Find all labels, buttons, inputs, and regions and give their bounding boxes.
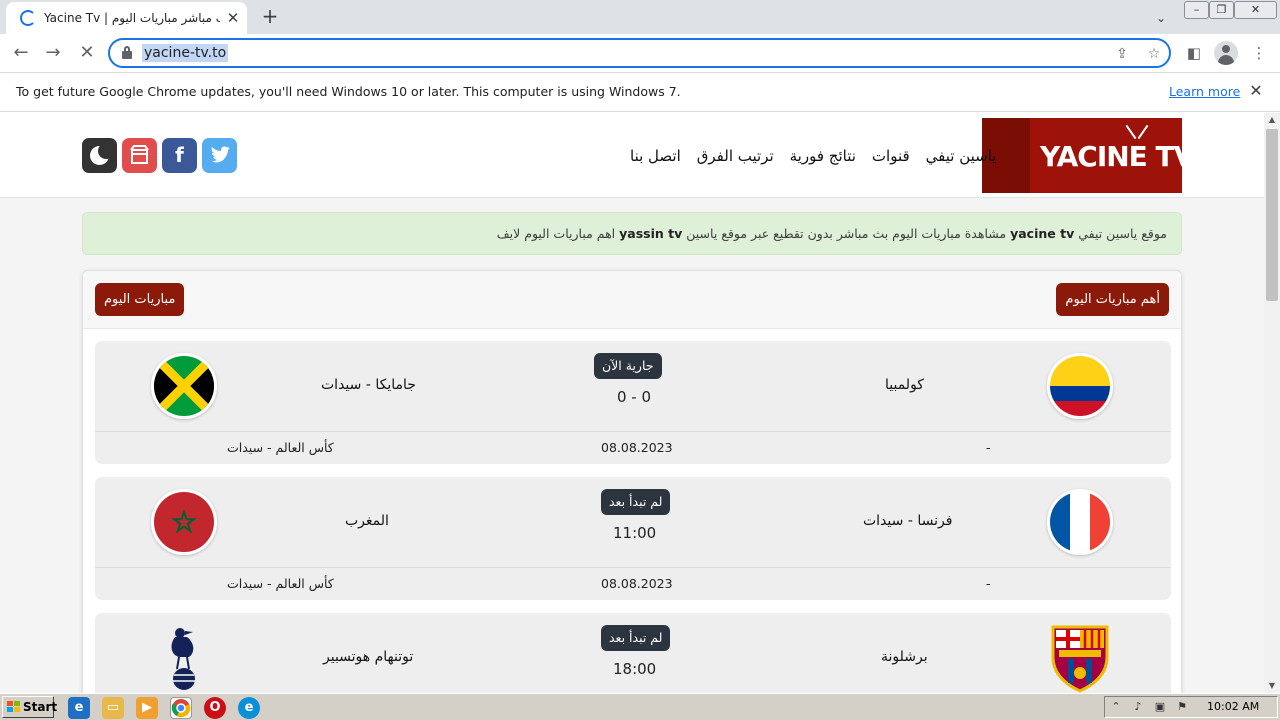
scroll-up-arrow-icon[interactable]: ▲ <box>1264 113 1280 127</box>
away-team-name: توتنهام هوتسبير <box>323 649 414 665</box>
home-team-name: فرنسا - سيدات <box>863 513 953 529</box>
away-team-name: المغرب <box>345 513 389 529</box>
top-matches-title-button[interactable]: أهم مباريات اليوم <box>1056 283 1169 316</box>
browser-tab[interactable]: Yacine Tv | ياسين بث مباشر مباريات اليوم… <box>6 2 247 34</box>
windows-logo-icon <box>7 701 20 712</box>
chrome-taskbar-icon[interactable] <box>170 697 192 719</box>
update-info-bar: To get future Google Chrome updates, you… <box>0 72 1280 112</box>
dark-mode-moon-icon[interactable] <box>82 138 117 173</box>
scroll-thumb[interactable] <box>1266 129 1278 301</box>
jamaica-flag-icon <box>151 353 217 419</box>
match-score: 18:00 <box>613 660 657 678</box>
notice-text: موقع ياسين تيفي yacine tv مشاهدة مباريات… <box>496 226 1167 241</box>
edge-icon[interactable]: e <box>238 697 260 719</box>
scroll-down-arrow-icon[interactable]: ▼ <box>1264 679 1280 693</box>
match-competition: كأس العالم - سيدات <box>227 440 334 455</box>
tab-title: Yacine Tv | ياسين بث مباشر مباريات اليوم <box>44 11 220 25</box>
france-flag-icon <box>1047 489 1113 555</box>
profile-avatar-icon[interactable] <box>1214 41 1238 65</box>
browser-toolbar: ← → ✕ yacine-tv.to ⇪ ☆ ◧ ⋮ <box>0 34 1280 72</box>
share-icon[interactable]: ⇪ <box>1112 44 1132 64</box>
notice-brand-yassin: yassin tv <box>619 226 683 241</box>
tottenham-crest-icon <box>165 623 205 693</box>
notice-brand-yacine: yacine tv <box>1010 226 1075 241</box>
tab-search-icon[interactable]: ⌄ <box>1151 8 1171 28</box>
tab-close-button[interactable]: ✕ <box>224 9 242 27</box>
store-icon[interactable] <box>122 138 157 173</box>
side-panel-icon[interactable]: ◧ <box>1183 42 1205 64</box>
match-date: 08.08.2023 <box>601 440 673 455</box>
home-team-name: كولمبيا <box>885 377 924 393</box>
url-text[interactable]: yacine-tv.to <box>142 44 229 62</box>
match-status-badge: لم تبدأ بعد <box>601 625 671 651</box>
action-center-flag-icon[interactable]: ⚑ <box>1175 700 1189 714</box>
volume-icon[interactable]: ♪ <box>1131 700 1145 714</box>
new-tab-button[interactable]: + <box>258 5 282 29</box>
colombia-flag-icon <box>1047 353 1113 419</box>
match-channel: - <box>986 576 991 591</box>
match-competition: كأس العالم - سيدات <box>227 576 334 591</box>
back-arrow-icon[interactable]: ← <box>8 40 34 66</box>
barcelona-crest-icon <box>1047 623 1113 693</box>
bookmark-star-icon[interactable]: ☆ <box>1144 44 1164 64</box>
match-date: 08.08.2023 <box>601 576 673 591</box>
lock-icon[interactable] <box>120 45 136 61</box>
nav-link-yacine[interactable]: ياسين تيفي <box>926 143 997 169</box>
learn-more-link[interactable]: Learn more <box>1169 84 1240 99</box>
minimize-button[interactable]: – <box>1184 1 1209 19</box>
stop-loading-icon[interactable]: ✕ <box>74 40 100 66</box>
page-scrollbar[interactable]: ▲ ▼ <box>1264 113 1280 693</box>
page-viewport: YACINE TV اتصل بنا ترتيب الفرق نتائج فور… <box>0 113 1264 693</box>
main-nav: اتصل بنا ترتيب الفرق نتائج فورية قنوات ي… <box>630 143 996 169</box>
match-score: 0 - 0 <box>617 388 652 406</box>
matches-card-header: أهم مباريات اليوم مباريات اليوم <box>83 271 1181 329</box>
logo-text: YACINE TV <box>1040 140 1182 173</box>
match-status-badge: جارية الآن <box>594 353 662 379</box>
today-matches-button[interactable]: مباريات اليوم <box>95 283 185 316</box>
match-channel: - <box>986 440 991 455</box>
nav-link-results[interactable]: نتائج فورية <box>790 143 856 169</box>
info-bar-message: To get future Google Chrome updates, you… <box>16 84 681 99</box>
twitter-icon[interactable] <box>202 138 237 173</box>
opera-icon[interactable]: O <box>204 697 226 719</box>
match-status-badge: لم تبدأ بعد <box>601 489 671 515</box>
internet-explorer-icon[interactable]: e <box>68 697 90 719</box>
nav-link-home[interactable]: اتصل بنا <box>630 143 681 169</box>
home-team-name: برشلونة <box>881 649 928 665</box>
file-explorer-icon[interactable]: ▭ <box>102 697 124 719</box>
menu-kebab-icon[interactable]: ⋮ <box>1248 42 1270 64</box>
loading-spinner-icon <box>20 10 36 26</box>
network-icon[interactable]: ▣ <box>1153 700 1167 714</box>
info-bar-close-button[interactable]: ✕ <box>1246 81 1266 101</box>
tab-strip: Yacine Tv | ياسين بث مباشر مباريات اليوم… <box>0 0 1280 34</box>
matches-card: أهم مباريات اليوم مباريات اليوم كولمبيا … <box>82 270 1182 693</box>
morocco-flag-icon <box>151 489 217 555</box>
site-header: YACINE TV اتصل بنا ترتيب الفرق نتائج فور… <box>0 113 1264 198</box>
restore-button[interactable]: ❐ <box>1209 1 1234 19</box>
nav-link-channels[interactable]: قنوات <box>872 143 910 169</box>
facebook-icon[interactable]: f <box>162 138 197 173</box>
taskbar-clock[interactable]: 10:02 AM <box>1207 700 1259 713</box>
tray-arrow-icon[interactable]: ⌃ <box>1109 700 1123 714</box>
media-player-icon[interactable]: ▶ <box>136 697 158 719</box>
match-row[interactable]: كولمبيا جارية الآن 0 - 0 جامايكا - سيدات… <box>95 341 1171 464</box>
away-team-name: جامايكا - سيدات <box>321 377 416 393</box>
site-notice: موقع ياسين تيفي yacine tv مشاهدة مباريات… <box>82 212 1182 255</box>
forward-arrow-icon[interactable]: → <box>40 40 66 66</box>
address-bar[interactable]: yacine-tv.to ⇪ ☆ <box>108 38 1171 68</box>
nav-link-standings[interactable]: ترتيب الفرق <box>697 143 774 169</box>
match-row[interactable]: فرنسا - سيدات لم تبدأ بعد 11:00 المغرب -… <box>95 477 1171 600</box>
start-label: Start <box>23 700 58 714</box>
system-tray: ⌃ ♪ ▣ ⚑ 10:02 AM <box>1104 696 1278 718</box>
site-logo[interactable]: YACINE TV <box>982 118 1182 193</box>
match-score: 11:00 <box>613 524 657 542</box>
close-window-button[interactable]: ✕ <box>1234 1 1277 19</box>
match-row[interactable]: برشلونة لم تبدأ بعد 18:00 توتنهام هوتسبي… <box>95 613 1171 693</box>
start-button[interactable]: Start <box>2 696 58 718</box>
windows-taskbar: Start e ▭ ▶ O e ⌃ ♪ ▣ ⚑ 10:02 AM <box>0 693 1280 720</box>
